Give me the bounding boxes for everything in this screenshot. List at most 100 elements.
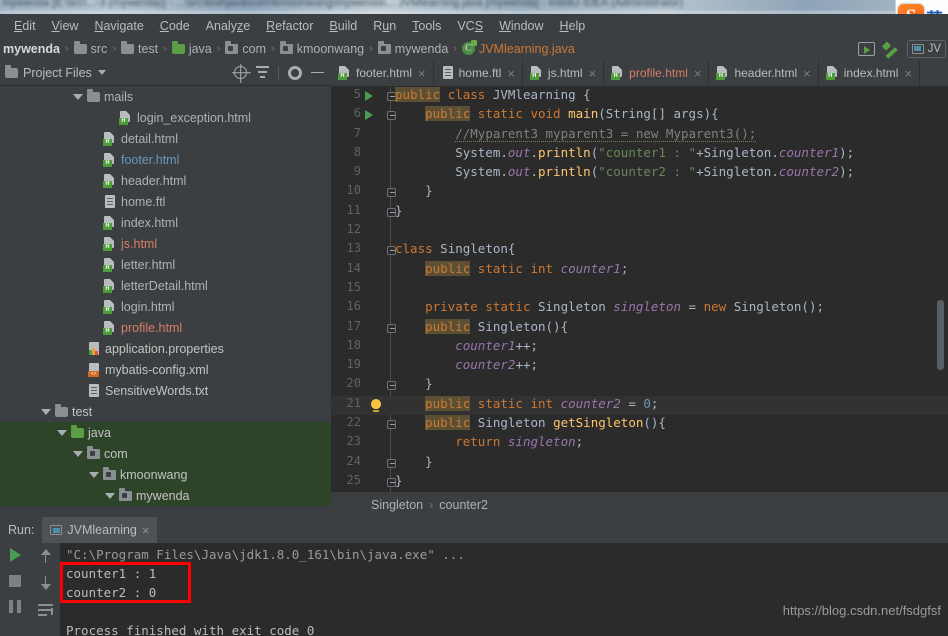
editor-tab-index-html[interactable]: Hindex.html × <box>819 60 921 86</box>
expand-arrow-icon[interactable] <box>72 91 83 102</box>
close-icon[interactable]: × <box>904 66 912 81</box>
locate-icon[interactable] <box>234 66 247 79</box>
breadcrumb-item-mywenda[interactable]: mywenda <box>2 42 61 56</box>
tree-row[interactable]: application.properties <box>0 338 331 359</box>
run-button-icon[interactable] <box>857 41 875 56</box>
code-line[interactable]: 16 private static Singleton singleton = … <box>331 299 948 318</box>
code-line[interactable]: 14 public static int counter1; <box>331 260 948 280</box>
intention-bulb-icon[interactable] <box>371 398 381 412</box>
breadcrumb-item-java[interactable]: java <box>171 40 213 56</box>
editor-breadcrumb-item-singleton[interactable]: Singleton <box>371 498 423 512</box>
breadcrumb-item-mywenda[interactable]: mywenda <box>377 40 450 56</box>
tree-row[interactable]: kmoonwang <box>0 464 331 485</box>
menu-item-window[interactable]: Window <box>491 17 551 35</box>
menu-item-view[interactable]: View <box>44 17 87 35</box>
editor-breadcrumb-item-counter2[interactable]: counter2 <box>439 498 488 512</box>
collapse-all-icon[interactable] <box>256 66 269 79</box>
code-line[interactable]: 23 return singleton; <box>331 434 948 453</box>
expand-arrow-icon[interactable] <box>40 406 51 417</box>
code-line[interactable]: 15 <box>331 280 948 299</box>
editor-breadcrumb[interactable]: Singleton › counter2 <box>331 492 948 517</box>
settings-gear-icon[interactable] <box>288 65 302 80</box>
expand-arrow-icon[interactable] <box>72 448 83 459</box>
tree-row[interactable]: Hprofile.html <box>0 317 331 338</box>
tree-row[interactable]: test <box>0 401 331 422</box>
code-line[interactable]: 22 public Singleton getSingleton(){ <box>331 415 948 434</box>
tree-row[interactable]: SensitiveWords.txt <box>0 380 331 401</box>
menu-item-code[interactable]: Code <box>152 17 198 35</box>
code-line[interactable]: 6 public static void main(String[] args)… <box>331 106 948 125</box>
menu-item-vcs[interactable]: VCS <box>449 17 491 35</box>
run-gutter-icon[interactable] <box>365 91 373 101</box>
menu-item-help[interactable]: Help <box>552 17 594 35</box>
pause-icon[interactable] <box>9 600 21 613</box>
close-icon[interactable]: × <box>142 523 150 538</box>
code-line[interactable]: 21 public static int counter2 = 0; <box>331 395 948 416</box>
tree-row[interactable]: mails <box>0 86 331 107</box>
code-line[interactable]: 10 } <box>331 183 948 202</box>
tree-row[interactable]: Hdetail.html <box>0 128 331 149</box>
menu-item-build[interactable]: Build <box>321 17 365 35</box>
build-hammer-icon[interactable] <box>882 41 900 57</box>
close-icon[interactable]: × <box>694 66 702 81</box>
tree-row[interactable]: Hlogin.html <box>0 296 331 317</box>
code-line[interactable]: 25} <box>331 473 948 492</box>
code-line[interactable]: 5 public class JVMlearning { <box>331 87 948 106</box>
tree-row[interactable]: Hletter.html <box>0 254 331 275</box>
console-output[interactable]: "C:\Program Files\Java\jdk1.8.0_161\bin\… <box>60 543 948 636</box>
menu-item-analyze[interactable]: Analyze <box>198 17 258 35</box>
tree-row[interactable]: Hindex.html <box>0 212 331 233</box>
editor-tab-home-ftl[interactable]: home.ftl × <box>434 60 523 86</box>
tree-row[interactable]: java <box>0 422 331 443</box>
menu-item-run[interactable]: Run <box>365 17 404 35</box>
expand-arrow-icon[interactable] <box>104 490 115 501</box>
code-line[interactable]: 11} <box>331 203 948 222</box>
editor-tab-header-html[interactable]: Hheader.html × <box>709 60 819 86</box>
run-gutter-icon[interactable] <box>365 110 373 121</box>
menu-item-tools[interactable]: Tools <box>404 17 449 35</box>
close-icon[interactable]: × <box>589 66 597 81</box>
scroll-up-icon[interactable] <box>40 548 51 563</box>
menu-item-edit[interactable]: Edit <box>6 17 44 35</box>
editor-tab-footer-html[interactable]: Hfooter.html × <box>331 60 434 86</box>
editor-tab-bar[interactable]: Hfooter.html × home.ftl × Hjs.html × Hprofile.… <box>331 60 948 87</box>
expand-arrow-icon[interactable] <box>88 469 99 480</box>
tree-row[interactable]: com <box>0 443 331 464</box>
tree-row[interactable]: <> mybatis-config.xml <box>0 359 331 380</box>
code-line[interactable]: 9 System.out.println("counter2 : "+Singl… <box>331 164 948 183</box>
tree-row[interactable]: mywenda <box>0 485 331 506</box>
close-icon[interactable]: × <box>507 66 515 81</box>
tree-row[interactable]: Hfooter.html <box>0 149 331 170</box>
soft-wrap-icon[interactable] <box>37 604 53 617</box>
code-line[interactable]: 13 class Singleton{ <box>331 241 948 260</box>
close-icon[interactable]: × <box>418 66 426 81</box>
menu-item-refactor[interactable]: Refactor <box>258 17 321 35</box>
breadcrumb-item-test[interactable]: test <box>120 40 159 56</box>
menu-item-navigate[interactable]: Navigate <box>86 17 151 35</box>
project-panel-title[interactable]: Project Files <box>23 66 92 80</box>
tree-row[interactable]: Hjs.html <box>0 233 331 254</box>
tree-row[interactable]: Hheader.html <box>0 170 331 191</box>
breadcrumb-item-com[interactable]: com <box>224 40 267 56</box>
editor-tab-js-html[interactable]: Hjs.html × <box>523 60 605 86</box>
code-line[interactable]: 20 } <box>331 376 948 395</box>
chevron-down-icon[interactable] <box>97 70 106 75</box>
code-line[interactable]: 18 counter1++; <box>331 338 948 357</box>
code-line[interactable]: 8 System.out.println("counter1 : "+Singl… <box>331 145 948 164</box>
run-icon[interactable] <box>9 548 21 562</box>
code-line[interactable]: 17 public Singleton(){ <box>331 318 948 338</box>
code-line[interactable]: 19 counter2++; <box>331 357 948 376</box>
code-editor[interactable]: 5 public class JVMlearning {6 public stat… <box>331 87 948 492</box>
tree-row[interactable]: HletterDetail.html <box>0 275 331 296</box>
run-configuration-selector[interactable]: JV <box>906 39 946 58</box>
tree-row[interactable]: Hlogin_exception.html <box>0 107 331 128</box>
breadcrumb-item-src[interactable]: src <box>73 40 109 56</box>
code-line[interactable]: 7 //Myparent3 myparent3 = new Myparent3(… <box>331 125 948 145</box>
breadcrumb-item-kmoonwang[interactable]: kmoonwang <box>279 40 365 56</box>
expand-arrow-icon[interactable] <box>56 427 67 438</box>
stop-icon[interactable] <box>9 575 21 587</box>
tree-row[interactable]: home.ftl <box>0 191 331 212</box>
project-file-tree[interactable]: mails Hlogin_exception.html Hdetail.html Hf… <box>0 86 331 516</box>
editor-tab-profile-html[interactable]: Hprofile.html × <box>604 60 710 86</box>
breadcrumb-item-jvmlearning-java[interactable]: JVMlearning.java <box>461 40 576 56</box>
